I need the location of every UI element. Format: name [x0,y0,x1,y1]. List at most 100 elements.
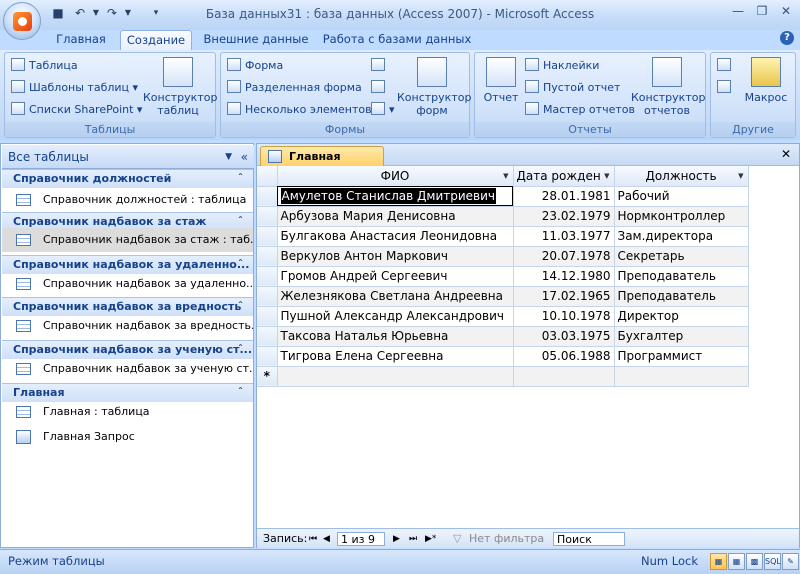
table-templates-button[interactable]: Шаблоны таблиц ▾ [11,79,138,97]
minimize-button[interactable]: — [726,2,750,20]
cell-position[interactable]: Преподаватель [614,286,749,307]
cell-fio[interactable]: Тигрова Елена Сергеевна [277,346,514,367]
next-record-icon[interactable]: ▶ [393,532,400,546]
maximize-button[interactable]: ❐ [750,2,774,20]
report-button[interactable]: Отчет [479,57,523,104]
table-button[interactable]: Таблица [11,57,78,75]
table-row[interactable]: Булгакова Анастасия Леонидовна 11.03.1977… [257,226,749,247]
table-row[interactable]: Веркулов Антон Маркович 20.07.1978 Секрета… [257,246,749,267]
record-position-field[interactable]: 1 из 9 [337,532,385,546]
more-forms-button[interactable]: ▾ [371,101,395,119]
cell-fio[interactable]: Громов Андрей Сергеевич [277,266,514,287]
close-button[interactable]: ✕ [774,2,798,20]
row-selector[interactable] [257,206,278,227]
column-filter-icon[interactable]: ▼ [738,172,743,180]
cell-fio[interactable]: Таксова Наталья Юрьевна [277,326,514,347]
design-view-icon[interactable]: ✎ [782,553,799,570]
tab-home[interactable]: Главная [50,30,112,51]
nav-item-main-table[interactable]: Главная : таблица [2,400,253,424]
first-record-icon[interactable]: ⏮ [309,532,317,546]
sql-view-icon[interactable]: SQL [764,553,781,570]
office-button[interactable] [3,2,41,40]
blank-form-button[interactable] [371,79,389,97]
empty-report-button[interactable]: Пустой отчет [525,79,620,97]
new-record-icon[interactable]: ▶* [425,532,436,546]
cell-position[interactable]: Преподаватель [614,266,749,287]
nav-item-main-query[interactable]: Главная Запрос [2,425,253,449]
form-button[interactable]: Форма [227,57,283,75]
table-row[interactable]: Железнякова Светлана Андреевна 17.02.1965… [257,286,749,307]
table-row[interactable]: Тигрова Елена Сергеевна 05.06.1988 Програм… [257,346,749,367]
table-row[interactable]: Таксова Наталья Юрьевна 03.03.1975 Бухгалт… [257,326,749,347]
pivot-chart-button[interactable] [371,57,389,75]
table-row[interactable]: Арбузова Мария Денисовна 23.02.1979 Нормко… [257,206,749,227]
cell-birthdate[interactable]: 03.03.1975 [513,326,615,347]
cell-fio[interactable]: Амулетов Станислав Дмитриевич [277,186,514,207]
nav-menu-dropdown-icon[interactable]: ▼ [225,145,232,169]
cell-birthdate[interactable]: 23.02.1979 [513,206,615,227]
cell-birthdate[interactable]: 20.07.1978 [513,246,615,267]
row-selector[interactable] [257,186,278,207]
cell-position[interactable]: Секретарь [614,246,749,267]
table-row[interactable]: Амулетов Станислав Дмитриевич 28.01.1981 Р… [257,186,749,207]
cell-birthdate[interactable]: 17.02.1965 [513,286,615,307]
labels-button[interactable]: Наклейки [525,57,599,75]
row-selector[interactable] [257,346,278,367]
new-record-marker[interactable]: * [257,366,278,387]
cell-birthdate[interactable]: 05.06.1988 [513,346,615,367]
cell-position[interactable]: Зам.директора [614,226,749,247]
cell-position[interactable]: Бухгалтер [614,326,749,347]
row-selector[interactable] [257,266,278,287]
undo-dropdown-icon[interactable]: ▼ [88,5,104,21]
sharepoint-lists-button[interactable]: Списки SharePoint ▾ [11,101,142,119]
cell-fio[interactable]: Пушной Александр Александрович [277,306,514,327]
search-input[interactable]: Поиск [553,532,625,546]
customize-toolbar-icon[interactable]: ▾ [148,5,164,21]
nav-pane-header[interactable]: Все таблицы ▼ « [2,145,254,169]
cell-fio[interactable] [277,366,514,387]
cell-birthdate[interactable]: 11.03.1977 [513,226,615,247]
tab-main-query[interactable]: Главная Запрос [260,146,384,182]
column-header-position[interactable]: Должность ▼ [614,166,749,187]
tab-database-tools[interactable]: Работа с базами данных [322,30,472,51]
row-selector[interactable] [257,246,278,267]
table-row[interactable]: Громов Андрей Сергеевич 14.12.1980 Препода… [257,266,749,287]
report-designer-button[interactable]: Конструктор отчетов [631,57,705,117]
query-wizard-button[interactable] [717,57,735,75]
pivot-table-view-icon[interactable]: ▦ [728,553,745,570]
undo-icon[interactable]: ↶ [72,5,88,21]
cell-position[interactable]: Рабочий [614,186,749,207]
cell-fio[interactable]: Булгакова Анастасия Леонидовна [277,226,514,247]
row-selector[interactable] [257,286,278,307]
tab-create[interactable]: Создание [120,30,192,51]
column-filter-icon[interactable]: ▼ [604,172,609,180]
cell-birthdate[interactable]: 28.01.1981 [513,186,615,207]
cell-position[interactable] [614,366,749,387]
nav-item-positions-table[interactable]: Справочник должностей : таблица [2,188,253,212]
nav-item-remoteness-table[interactable]: Справочник надбавок за удаленно... [2,272,253,296]
cell-position[interactable]: Нормконтроллер [614,206,749,227]
cell-birthdate[interactable]: 10.10.1978 [513,306,615,327]
column-header-fio[interactable]: ФИО ▼ [277,166,514,187]
table-row[interactable]: Пушной Александр Александрович 10.10.1978… [257,306,749,327]
new-record-row[interactable]: * [257,366,749,387]
row-selector[interactable] [257,306,278,327]
table-designer-button[interactable]: Конструктор таблиц [143,57,217,117]
split-form-button[interactable]: Разделенная форма [227,79,362,97]
cell-position[interactable]: Программист [614,346,749,367]
filter-icon[interactable]: ▽ [453,532,461,546]
nav-item-degree-table[interactable]: Справочник надбавок за ученую ст... [2,357,253,381]
nav-item-seniority-table[interactable]: Справочник надбавок за стаж : таб... [2,228,253,252]
cell-birthdate[interactable]: 14.12.1980 [513,266,615,287]
select-all-corner[interactable] [257,166,278,187]
prev-record-icon[interactable]: ◀ [323,532,330,546]
datasheet-view-icon[interactable]: ▦ [710,553,727,570]
query-designer-button[interactable] [717,79,735,97]
cell-birthdate[interactable] [513,366,615,387]
row-selector[interactable] [257,226,278,247]
redo-icon[interactable]: ↷ [104,5,120,21]
redo-dropdown-icon[interactable]: ▼ [120,5,136,21]
pivot-chart-view-icon[interactable]: ▩ [746,553,763,570]
form-designer-button[interactable]: Конструктор форм [397,57,471,117]
last-record-icon[interactable]: ⏭ [409,532,417,546]
